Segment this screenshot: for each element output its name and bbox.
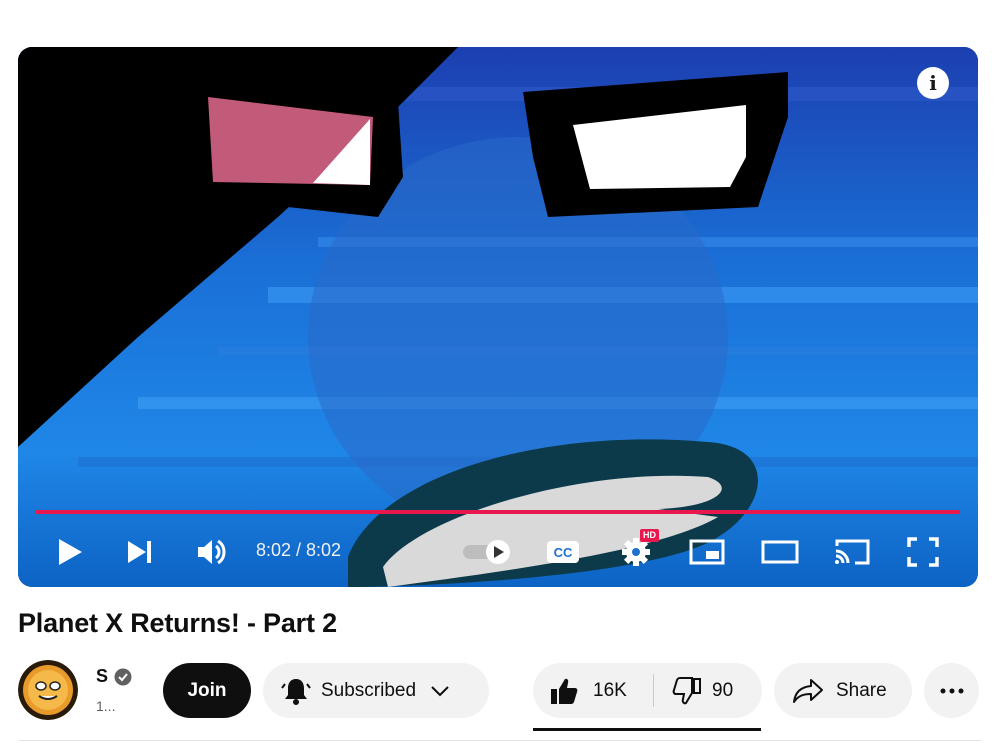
verified-icon <box>114 668 132 685</box>
miniplayer-icon <box>689 539 725 565</box>
subscriber-count: 1... <box>96 698 116 714</box>
more-horizontal-icon <box>940 688 963 693</box>
autoplay-toggle-icon <box>463 540 510 564</box>
next-button[interactable] <box>122 527 158 577</box>
progress-fill <box>36 510 960 514</box>
captions-button[interactable]: CC <box>544 527 582 577</box>
dislike-count: 90 <box>712 679 734 701</box>
section-divider <box>18 740 982 741</box>
join-button[interactable]: Join <box>163 663 251 718</box>
bell-icon <box>281 678 311 705</box>
dislike-button[interactable]: 90 <box>654 663 762 718</box>
captions-icon: CC <box>547 541 579 563</box>
avatar[interactable] <box>18 660 78 720</box>
chevron-down-icon <box>431 685 449 696</box>
like-dislike-group: 16K 90 <box>533 663 762 718</box>
share-icon <box>793 678 823 703</box>
time-display: 8:02 / 8:02 <box>256 540 342 560</box>
player-controls: 8:02 / 8:02 CC HD <box>18 527 978 577</box>
next-icon <box>128 541 151 563</box>
fullscreen-icon <box>907 537 939 567</box>
hd-badge: HD <box>640 529 659 542</box>
info-icon[interactable]: i <box>917 67 949 99</box>
channel-name-text: S <box>96 666 109 686</box>
theater-mode-button[interactable] <box>760 527 800 577</box>
video-meta-row: S 1... Join Subscribed 16K 90 Share <box>0 660 1000 720</box>
subscribed-button[interactable]: Subscribed <box>263 663 489 718</box>
volume-icon <box>198 539 226 565</box>
like-group-underline <box>533 728 761 731</box>
svg-text:CC: CC <box>554 545 573 560</box>
cast-button[interactable] <box>832 527 872 577</box>
channel-avatar-image <box>18 660 78 720</box>
thumbs-down-icon <box>672 676 701 704</box>
settings-button[interactable]: HD <box>618 527 659 577</box>
channel-name[interactable]: S <box>96 666 132 687</box>
thumbs-up-icon <box>551 678 578 704</box>
volume-button[interactable] <box>194 527 230 577</box>
play-icon <box>59 539 82 565</box>
miniplayer-button[interactable] <box>688 527 726 577</box>
share-button[interactable]: Share <box>774 663 912 718</box>
share-label: Share <box>836 679 887 701</box>
like-button[interactable]: 16K <box>533 663 653 718</box>
video-title: Planet X Returns! - Part 2 <box>18 608 337 638</box>
progress-bar[interactable] <box>36 510 960 514</box>
video-player[interactable]: i 8:02 / 8:02 CC HD <box>18 47 978 587</box>
autoplay-toggle[interactable] <box>460 527 514 577</box>
more-actions-button[interactable] <box>924 663 979 718</box>
fullscreen-button[interactable] <box>904 527 942 577</box>
video-frame <box>18 47 978 587</box>
theater-mode-icon <box>761 540 799 564</box>
like-count: 16K <box>593 679 627 701</box>
subscribed-label: Subscribed <box>321 679 417 701</box>
cast-icon <box>835 539 870 565</box>
play-button[interactable] <box>52 527 88 577</box>
